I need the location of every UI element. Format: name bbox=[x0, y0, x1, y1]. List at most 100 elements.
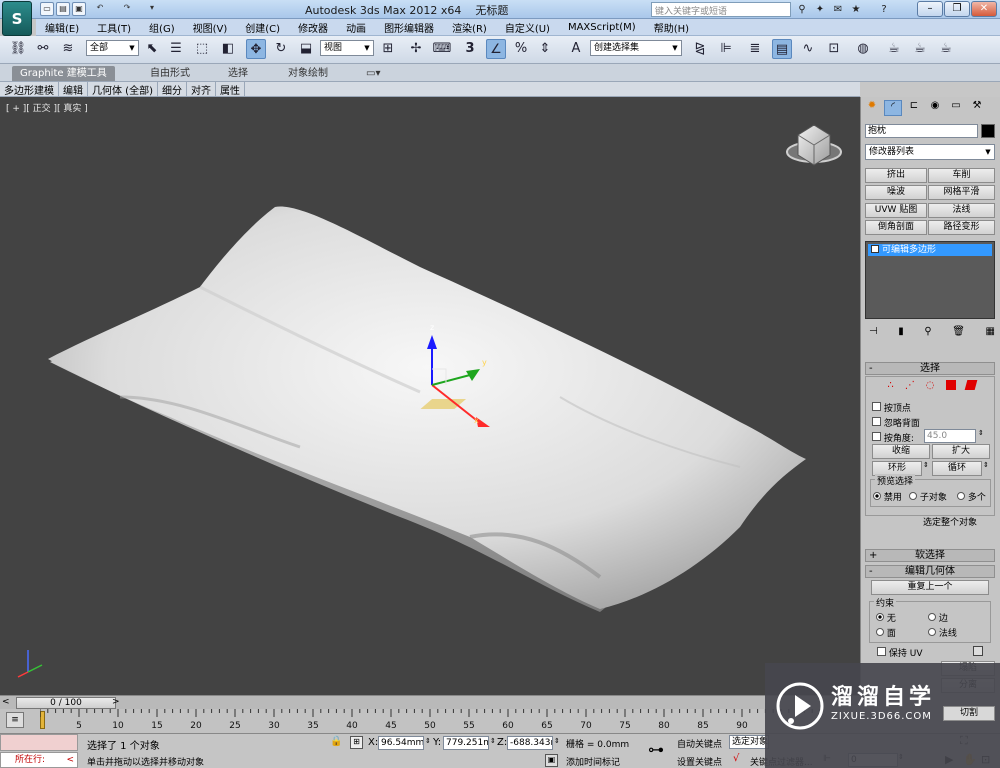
lathe-button[interactable]: 车削 bbox=[928, 168, 995, 183]
tab-selection[interactable]: 选择 bbox=[220, 66, 256, 81]
constraint-face-radio[interactable]: 面 bbox=[876, 626, 896, 639]
reference-coordinate-dropdown[interactable]: 视图 ▼ bbox=[320, 40, 374, 56]
menu-animation[interactable]: 动画 bbox=[337, 20, 375, 35]
app-menu-button[interactable]: S bbox=[2, 1, 32, 36]
timeline-ruler[interactable]: 5 10 15 20 25 30 35 40 45 50 55 60 65 70 75 80 85 90 bbox=[40, 709, 860, 733]
snaps-toggle-icon[interactable]: 3 bbox=[460, 39, 480, 59]
customize-qat-icon[interactable]: ▾ bbox=[145, 2, 159, 16]
constraint-none-radio[interactable]: 无 bbox=[876, 611, 896, 624]
select-and-rotate-icon[interactable]: ↻ bbox=[271, 39, 291, 59]
menu-edit[interactable]: 编辑(E) bbox=[36, 20, 88, 35]
material-editor-icon[interactable]: ◍ bbox=[853, 39, 873, 59]
menu-customize[interactable]: 自定义(U) bbox=[496, 20, 559, 35]
bind-space-warp-icon[interactable]: ≋ bbox=[58, 39, 78, 59]
normal-button[interactable]: 法线 bbox=[928, 203, 995, 218]
new-file-icon[interactable]: ▭ bbox=[40, 2, 54, 16]
menu-graph-editors[interactable]: 图形编辑器 bbox=[375, 20, 443, 35]
subtab-polygon-modeling[interactable]: 多边形建模 bbox=[0, 81, 59, 97]
select-and-link-icon[interactable]: ⛓ bbox=[8, 39, 28, 59]
remove-modifier-icon[interactable]: 🗑 bbox=[952, 326, 965, 340]
element-icon[interactable] bbox=[965, 380, 978, 390]
lock-selection-icon[interactable]: 🔒 bbox=[330, 736, 342, 747]
rendered-frame-window-icon[interactable]: ☕ bbox=[910, 39, 930, 59]
render-production-icon[interactable]: ☕ bbox=[936, 39, 956, 59]
menu-maxscript[interactable]: MAXScript(M) bbox=[559, 22, 645, 33]
selection-filter-dropdown[interactable]: 全部 ▼ bbox=[86, 40, 139, 56]
extrude-button[interactable]: 挤出 bbox=[865, 168, 927, 183]
menu-tools[interactable]: 工具(T) bbox=[88, 20, 140, 35]
select-and-manipulate-icon[interactable]: ✢ bbox=[406, 39, 426, 59]
preview-multi-radio[interactable]: 多个 bbox=[957, 490, 986, 503]
previous-frame-icon[interactable]: < bbox=[2, 697, 10, 707]
favorites-icon[interactable]: ★ bbox=[848, 2, 864, 17]
bevel-profile-button[interactable]: 倒角剖面 bbox=[865, 220, 927, 235]
mini-curve-editor-icon[interactable]: ≡ bbox=[6, 712, 24, 728]
preserve-uv-checkbox[interactable]: 保持 UV bbox=[877, 646, 922, 659]
meshsmooth-button[interactable]: 网格平滑 bbox=[928, 185, 995, 200]
time-slider[interactable]: < 0 / 100 > bbox=[0, 695, 860, 709]
absolute-mode-icon[interactable]: ⊞ bbox=[350, 736, 363, 749]
uvw-map-button[interactable]: UVW 贴图 bbox=[865, 203, 927, 218]
set-key-button[interactable]: 设置关键点 bbox=[677, 755, 722, 768]
hierarchy-tab-icon[interactable]: ⊏ bbox=[905, 100, 923, 116]
rectangular-selection-icon[interactable]: ⬚ bbox=[192, 39, 212, 59]
modifier-stack-item[interactable]: 可编辑多边形 bbox=[868, 244, 992, 256]
selected-object-dropdown[interactable]: 选定对象 bbox=[729, 735, 769, 749]
maxscript-line-label[interactable]: 所在行: < bbox=[0, 752, 78, 768]
preview-disabled-radio[interactable]: 禁用 bbox=[873, 490, 902, 503]
schematic-view-icon[interactable]: ⊡ bbox=[824, 39, 844, 59]
noise-button[interactable]: 噪波 bbox=[865, 185, 927, 200]
x-coordinate-field[interactable]: 96.54mm bbox=[378, 736, 424, 750]
graphite-toggle-icon[interactable]: ▤ bbox=[772, 39, 792, 59]
subtab-edit[interactable]: 编辑 bbox=[59, 81, 88, 97]
close-button[interactable]: ✕ bbox=[971, 1, 997, 17]
tab-graphite-modeling[interactable]: Graphite 建模工具 bbox=[12, 66, 115, 81]
edit-named-selection-icon[interactable]: A bbox=[566, 39, 586, 59]
redo-icon[interactable]: ↷ bbox=[120, 2, 134, 16]
by-vertex-checkbox[interactable]: 按顶点 bbox=[872, 401, 911, 414]
utilities-tab-icon[interactable]: ⚒ bbox=[968, 100, 986, 116]
binoculars-icon[interactable]: ⚲ bbox=[794, 2, 810, 17]
layer-manager-icon[interactable]: ≣ bbox=[745, 39, 765, 59]
align-icon[interactable]: ⊫ bbox=[716, 39, 736, 59]
preview-subobject-radio[interactable]: 子对象 bbox=[909, 490, 947, 503]
percent-snap-icon[interactable]: % bbox=[511, 39, 531, 59]
spinner-arrows-icon[interactable]: ⇕ bbox=[978, 429, 984, 437]
object-color-swatch[interactable] bbox=[981, 124, 995, 138]
ribbon-options-icon[interactable]: ▭▾ bbox=[358, 66, 388, 81]
edge-icon[interactable]: ⋰ bbox=[905, 380, 915, 392]
time-tag-icon[interactable]: ▣ bbox=[545, 754, 558, 767]
mirror-icon[interactable]: ⧎ bbox=[690, 39, 710, 59]
pin-stack-icon[interactable]: ⊣ bbox=[869, 326, 878, 340]
tab-freeform[interactable]: 自由形式 bbox=[142, 66, 198, 81]
vertex-icon[interactable]: ∴ bbox=[887, 380, 893, 392]
border-icon[interactable]: ◌ bbox=[926, 380, 935, 392]
slice-button[interactable]: 切割 bbox=[943, 706, 995, 721]
soft-selection-rollout-header[interactable]: + 软选择 bbox=[865, 549, 995, 562]
save-file-icon[interactable]: ▣ bbox=[72, 2, 86, 16]
modify-tab-icon[interactable]: ◜ bbox=[884, 100, 902, 116]
edit-geometry-rollout-header[interactable]: - 编辑几何体 bbox=[865, 565, 995, 578]
subtab-align[interactable]: 对齐 bbox=[187, 81, 216, 97]
subtab-subdivision[interactable]: 细分 bbox=[158, 81, 187, 97]
curve-editor-icon[interactable]: ∿ bbox=[798, 39, 818, 59]
create-tab-icon[interactable]: ✹ bbox=[863, 100, 881, 116]
display-tab-icon[interactable]: ▭ bbox=[947, 100, 965, 116]
undo-icon[interactable]: ↶ bbox=[93, 2, 107, 16]
select-by-name-icon[interactable]: ☰ bbox=[166, 39, 186, 59]
expand-icon[interactable] bbox=[871, 245, 879, 253]
perspective-viewport[interactable]: [ + ][ 正交 ][ 真实 ] z y x bbox=[0, 97, 860, 695]
shrink-button[interactable]: 收缩 bbox=[872, 444, 930, 459]
pivot-point-center-icon[interactable]: ⊞ bbox=[378, 39, 398, 59]
minimize-button[interactable]: – bbox=[917, 1, 943, 17]
select-and-move-icon[interactable]: ✥ bbox=[246, 39, 266, 59]
angle-spinner[interactable]: 45.0 bbox=[924, 429, 976, 443]
restore-button[interactable]: ❐ bbox=[944, 1, 970, 17]
constraint-normal-radio[interactable]: 法线 bbox=[928, 626, 957, 639]
subtab-geometry-all[interactable]: 几何体 (全部) bbox=[88, 81, 158, 97]
keyboard-shortcut-override-icon[interactable]: ⌨ bbox=[432, 39, 452, 59]
ignore-backfacing-checkbox[interactable]: 忽略背面 bbox=[872, 416, 920, 429]
unlink-icon[interactable]: ⚯ bbox=[33, 39, 53, 59]
communication-center-icon[interactable]: ✉ bbox=[830, 2, 846, 17]
set-key-icon[interactable]: ⊶ bbox=[648, 740, 664, 759]
